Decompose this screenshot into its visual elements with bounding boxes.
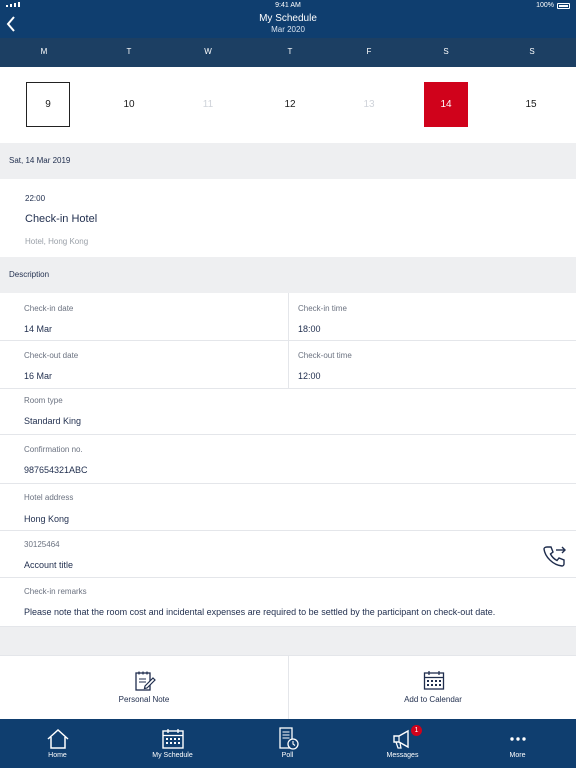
battery-percent: 100% [536, 2, 554, 9]
tab-poll[interactable]: Poll [230, 719, 345, 768]
field-value: Please note that the room cost and incid… [24, 607, 496, 617]
date-picker-row: 9 10 11 12 13 14 15 [0, 67, 576, 143]
more-icon [506, 727, 530, 751]
selected-date: Sat, 14 Mar 2019 [9, 156, 71, 165]
weekday-label: T [287, 47, 293, 56]
calendar-add-icon [423, 670, 445, 692]
field-value: 12:00 [298, 371, 321, 381]
check-out-time-field: Check-out time 12:00 [288, 341, 576, 389]
tab-more[interactable]: More [460, 719, 575, 768]
field-label: Check-in date [24, 304, 74, 313]
page-subtitle: Mar 2020 [271, 25, 305, 34]
field-value: Hong Kong [24, 514, 70, 524]
event-time: 22:00 [25, 194, 46, 203]
personal-note-label: Personal Note [118, 695, 170, 704]
date-cell[interactable]: 11 [186, 82, 230, 127]
account-field: 30125464 Account title [0, 531, 576, 578]
weekday-label: W [204, 47, 212, 56]
field-value: Standard King [24, 416, 82, 426]
field-label: Check-out date [24, 351, 79, 360]
column-divider [288, 293, 289, 389]
field-label: Check-out time [298, 351, 352, 360]
weekday-label: S [443, 47, 449, 56]
note-pencil-icon [134, 670, 156, 692]
confirmation-field: Confirmation no. 987654321ABC [0, 435, 576, 484]
selected-date-band: Sat, 14 Mar 2019 [0, 143, 576, 179]
field-label: Hotel address [24, 493, 74, 502]
status-time: 9:41 AM [275, 2, 301, 9]
description-band: Description [0, 257, 576, 293]
field-value: 18:00 [298, 324, 321, 334]
battery-icon [557, 3, 570, 9]
tab-label: My Schedule [152, 752, 193, 759]
weekday-header: M T W T F S S [0, 38, 576, 67]
tab-my-schedule[interactable]: My Schedule [115, 719, 230, 768]
room-type-field: Room type Standard King [0, 389, 576, 435]
field-value: 14 Mar [24, 324, 53, 334]
tab-messages[interactable]: 1 Messages [345, 719, 460, 768]
poll-icon [276, 727, 300, 751]
date-cell[interactable]: 14 [424, 82, 468, 127]
date-cell[interactable]: 10 [107, 82, 151, 127]
calendar-icon [161, 727, 185, 751]
check-in-date-field: Check-in date 14 Mar [0, 293, 288, 341]
tab-label: Messages [386, 752, 419, 759]
check-in-remarks-field: Check-in remarks Please note that the ro… [0, 578, 576, 627]
status-bar: 9:41 AM 100% [0, 0, 576, 12]
weekday-label: T [126, 47, 132, 56]
date-cell[interactable]: 9 [26, 82, 70, 127]
field-label: Check-in time [298, 304, 347, 313]
field-label: Check-in remarks [24, 587, 87, 596]
action-bar: Personal Note Add to Calendar [0, 655, 576, 720]
tab-label: More [509, 752, 526, 759]
messages-badge: 1 [411, 725, 422, 736]
field-label: 30125464 [24, 540, 60, 549]
personal-note-button[interactable]: Personal Note [0, 656, 288, 720]
date-cell[interactable]: 15 [509, 82, 553, 127]
field-value: 16 Mar [24, 371, 53, 381]
weekday-label: M [40, 47, 48, 56]
tab-home[interactable]: Home [0, 719, 115, 768]
description-heading: Description [9, 270, 50, 279]
add-to-calendar-label: Add to Calendar [404, 695, 462, 704]
hotel-address-field: Hotel address Hong Kong [0, 484, 576, 531]
tab-label: Home [48, 752, 67, 759]
phone-forward-icon[interactable] [541, 543, 567, 569]
add-to-calendar-button[interactable]: Add to Calendar [288, 656, 576, 720]
home-icon [46, 727, 70, 751]
weekday-label: F [366, 47, 372, 56]
page-title: My Schedule [259, 13, 317, 24]
date-cell[interactable]: 12 [268, 82, 312, 127]
check-out-date-field: Check-out date 16 Mar [0, 341, 288, 389]
app-header: 9:41 AM 100% My Schedule Mar 2020 [0, 0, 576, 38]
date-cell[interactable]: 13 [347, 82, 391, 127]
field-label: Confirmation no. [24, 445, 83, 454]
field-label: Room type [24, 396, 63, 405]
tab-label: Poll [281, 752, 294, 759]
spacer-band [0, 627, 576, 655]
weekday-label: S [529, 47, 535, 56]
field-value: Account title [24, 560, 74, 570]
event-location: Hotel, Hong Kong [25, 237, 89, 246]
field-value: 987654321ABC [24, 465, 88, 475]
bottom-tab-bar: Home My Schedule Poll 1 Messages More [0, 719, 576, 768]
event-title: Check-in Hotel [25, 213, 98, 225]
check-in-time-field: Check-in time 18:00 [288, 293, 576, 341]
